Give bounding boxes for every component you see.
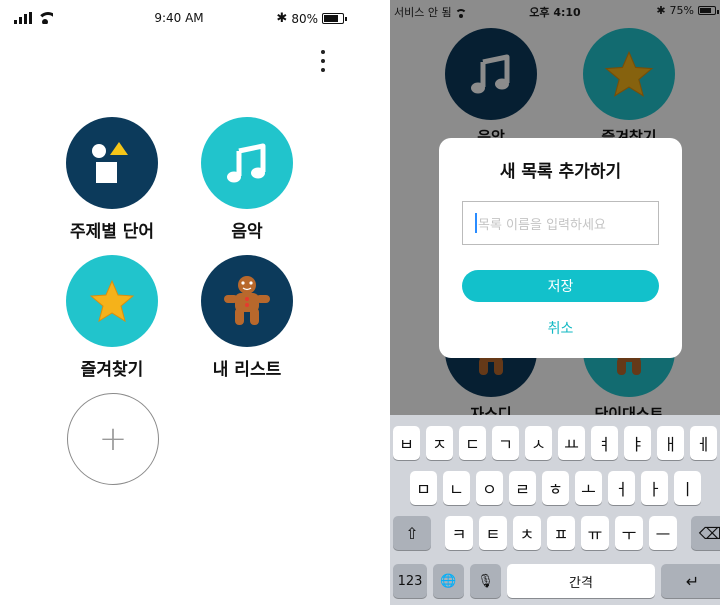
- key[interactable]: ㄱ: [492, 426, 519, 460]
- divider: [358, 0, 390, 605]
- key[interactable]: ㅕ: [591, 426, 618, 460]
- battery-icon: [698, 6, 719, 15]
- key[interactable]: ㄹ: [509, 471, 536, 505]
- key[interactable]: ㅜ: [615, 516, 643, 550]
- key[interactable]: ㅛ: [558, 426, 585, 460]
- topic-words-tile[interactable]: 주제별 단어: [52, 117, 172, 242]
- shift-key[interactable]: ⇧: [393, 516, 431, 550]
- microphone-icon[interactable]: 🎙: [470, 564, 501, 598]
- key[interactable]: ㅏ: [641, 471, 668, 505]
- list-name-input[interactable]: 목록 이름을 입력하세요: [462, 201, 659, 245]
- globe-icon[interactable]: 🌐: [433, 564, 464, 598]
- gingerbread-icon: [201, 255, 293, 347]
- key[interactable]: ㅐ: [657, 426, 684, 460]
- key[interactable]: ㅁ: [410, 471, 437, 505]
- star-icon: [66, 255, 158, 347]
- key[interactable]: ㅎ: [542, 471, 569, 505]
- my-list-tile[interactable]: 내 리스트: [187, 255, 307, 380]
- add-list-screen: 서비스 안 됨 오후 4:10 ✱ 75% 음악 즐겨찾기 자스디 단이대스트 …: [390, 0, 720, 605]
- numbers-key[interactable]: 123: [393, 564, 427, 598]
- battery-icon: [322, 13, 347, 24]
- key[interactable]: ㅑ: [624, 426, 651, 460]
- dialog-title: 새 목록 추가하기: [499, 162, 622, 182]
- key[interactable]: ㅂ: [393, 426, 420, 460]
- music-note-icon: [201, 117, 293, 209]
- add-list-dialog: 새 목록 추가하기 목록 이름을 입력하세요 저장 취소: [439, 138, 682, 358]
- key[interactable]: ㅍ: [547, 516, 575, 550]
- shapes-icon: [66, 117, 158, 209]
- my-list-label: 내 리스트: [212, 360, 282, 380]
- key[interactable]: ㅅ: [525, 426, 552, 460]
- music-tile[interactable]: 음악: [187, 117, 307, 242]
- key[interactable]: ㅠ: [581, 516, 609, 550]
- favorites-label: 즐겨찾기: [80, 360, 144, 380]
- key[interactable]: ㅊ: [513, 516, 541, 550]
- key[interactable]: ㅗ: [575, 471, 602, 505]
- status-bar: 9:40 AM ✱ 80%: [0, 0, 358, 36]
- key[interactable]: ㅋ: [445, 516, 473, 550]
- key[interactable]: ㄷ: [459, 426, 486, 460]
- favorites-tile[interactable]: 즐겨찾기: [52, 255, 172, 380]
- korean-keyboard: ㅂ ㅈ ㄷ ㄱ ㅅ ㅛ ㅕ ㅑ ㅐ ㅔ ㅁ ㄴ ㅇ ㄹ ㅎ ㅗ ㅓ ㅏ ㅣ ⇧ …: [390, 415, 720, 605]
- key[interactable]: ㅇ: [476, 471, 503, 505]
- key[interactable]: ㅌ: [479, 516, 507, 550]
- home-screen: 9:40 AM ✱ 80% 주제별 단어 음악 즐겨찾기 내 리스트 +: [0, 0, 358, 605]
- space-key[interactable]: 간격: [507, 564, 655, 598]
- delete-key[interactable]: ⌫: [691, 516, 720, 550]
- topic-words-label: 주제별 단어: [69, 222, 155, 242]
- more-options-icon[interactable]: [318, 50, 328, 72]
- bluetooth-icon: ✱: [656, 4, 666, 17]
- plus-icon: +: [67, 393, 159, 485]
- cancel-button[interactable]: 취소: [439, 318, 682, 338]
- key[interactable]: ㅡ: [649, 516, 677, 550]
- text-caret: [475, 213, 477, 233]
- battery-percent: 75%: [669, 4, 694, 17]
- add-list-button[interactable]: +: [67, 393, 159, 485]
- key[interactable]: ㅈ: [426, 426, 453, 460]
- return-key[interactable]: ↵: [661, 564, 720, 598]
- music-label: 음악: [231, 222, 263, 242]
- key[interactable]: ㅔ: [690, 426, 717, 460]
- list-name-placeholder: 목록 이름을 입력하세요: [478, 217, 606, 233]
- key[interactable]: ㄴ: [443, 471, 470, 505]
- bluetooth-icon: ✱: [276, 11, 288, 26]
- key[interactable]: ㅣ: [674, 471, 701, 505]
- dimmed-home: 서비스 안 됨 오후 4:10 ✱ 75% 음악 즐겨찾기 자스디 단이대스트 …: [390, 0, 720, 415]
- battery-percent: 80%: [291, 11, 318, 26]
- save-button[interactable]: 저장: [462, 270, 659, 302]
- key[interactable]: ㅓ: [608, 471, 635, 505]
- status-bar: 서비스 안 됨 오후 4:10 ✱ 75%: [390, 0, 720, 22]
